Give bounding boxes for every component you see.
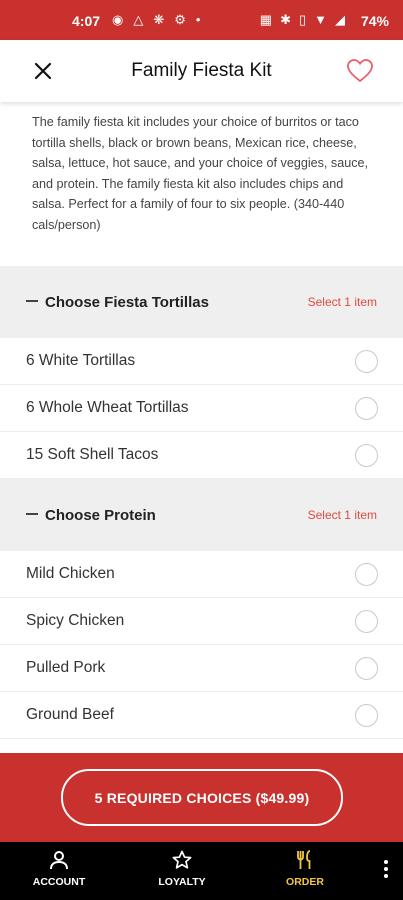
option-label: Spicy Chicken	[26, 612, 125, 629]
option-row[interactable]: Spicy Chicken	[0, 598, 403, 645]
notification-icons: ◉ △ ❋ ⚙ •	[112, 12, 200, 28]
dot-icon: •	[195, 12, 201, 27]
nav-account[interactable]: ACCOUNT	[14, 850, 104, 888]
nav-loyalty-label: LOYALTY	[158, 876, 206, 888]
section-title: Choose Fiesta Tortillas	[45, 293, 209, 311]
more-options-icon[interactable]	[381, 860, 391, 884]
status-time: 4:07	[72, 13, 101, 29]
option-row[interactable]: 6 White Tortillas	[0, 338, 403, 385]
option-row[interactable]: 6 Whole Wheat Tortillas	[0, 385, 403, 432]
option-row[interactable]: Ground Beef	[0, 692, 403, 739]
section-requirement: Select 1 item	[307, 508, 377, 522]
radio-button[interactable]	[355, 349, 378, 373]
system-icons: ▦ ✱ ▯ ▼ ◢	[260, 12, 345, 28]
settings-icon: ⚙	[174, 12, 186, 27]
game-icon: △	[133, 12, 144, 27]
utensils-icon	[297, 850, 311, 869]
option-label: 15 Soft Shell Tacos	[26, 446, 159, 463]
signal-icon: ◢	[335, 12, 345, 27]
radio-button[interactable]	[355, 656, 378, 680]
section-header-tortillas[interactable]: Choose Fiesta Tortillas Select 1 item	[0, 266, 403, 338]
discord-icon: ◉	[112, 12, 124, 27]
vibrate-icon: ▯	[298, 12, 307, 27]
option-label: Ground Beef	[26, 706, 114, 723]
status-bar: 4:07 ◉ △ ❋ ⚙ • ▦ ✱ ▯ ▼ ◢ 74%	[0, 0, 403, 40]
wifi-icon: ▼	[314, 12, 327, 27]
bluetooth-icon: ✱	[280, 12, 291, 27]
page-title: Family Fiesta Kit	[131, 60, 272, 81]
checkout-bar: 5 REQUIRED CHOICES ($49.99)	[0, 753, 403, 842]
option-label: 6 White Tortillas	[26, 352, 136, 369]
section-header-protein[interactable]: Choose Protein Select 1 item	[0, 479, 403, 551]
radio-button[interactable]	[355, 609, 378, 633]
option-row[interactable]: Mild Chicken	[0, 551, 403, 598]
required-choices-button[interactable]: 5 REQUIRED CHOICES ($49.99)	[61, 769, 343, 826]
nav-loyalty[interactable]: LOYALTY	[137, 850, 227, 888]
option-label: 6 Whole Wheat Tortillas	[26, 399, 189, 416]
section-requirement: Select 1 item	[307, 295, 377, 309]
option-row[interactable]: Pulled Pork	[0, 645, 403, 692]
battery-level: 74%	[360, 13, 389, 29]
nav-order-label: ORDER	[286, 876, 324, 888]
star-icon	[172, 850, 192, 869]
section-title: Choose Protein	[45, 506, 156, 524]
nfc-icon: ▦	[259, 12, 273, 27]
pinwheel-icon: ❋	[153, 12, 165, 27]
radio-button[interactable]	[355, 562, 378, 586]
header: Family Fiesta Kit	[0, 40, 403, 102]
item-description: The family fiesta kit includes your choi…	[32, 115, 369, 232]
favorite-button[interactable]	[345, 56, 375, 86]
nav-order[interactable]: ORDER	[260, 850, 350, 888]
collapse-icon	[26, 513, 38, 515]
radio-button[interactable]	[355, 703, 378, 727]
bottom-nav: ACCOUNT LOYALTY ORDER	[0, 842, 403, 900]
radio-button[interactable]	[355, 443, 378, 467]
option-label: Mild Chicken	[26, 565, 115, 582]
heart-icon	[347, 59, 373, 83]
collapse-icon	[26, 300, 38, 302]
option-row[interactable]: 15 Soft Shell Tacos	[0, 432, 403, 479]
nav-account-label: ACCOUNT	[32, 876, 86, 888]
radio-button[interactable]	[355, 396, 378, 420]
option-label: Pulled Pork	[26, 659, 106, 676]
person-icon	[50, 851, 68, 870]
